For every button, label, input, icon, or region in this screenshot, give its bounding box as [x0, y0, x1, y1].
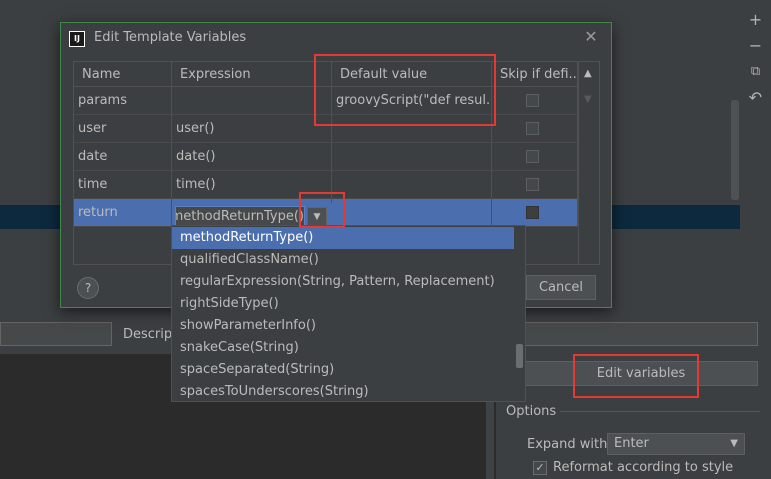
abbreviation-field[interactable] [0, 322, 112, 346]
variable-default-value[interactable] [332, 143, 492, 171]
reformat-checkbox[interactable]: ✓ [533, 461, 547, 475]
variable-expression[interactable] [172, 87, 332, 115]
cancel-button[interactable]: Cancel [526, 275, 596, 300]
scroll-down-icon[interactable]: ▼ [584, 94, 592, 105]
options-divider [560, 411, 760, 412]
intellij-logo-icon: IJ [69, 31, 85, 47]
skip-cell [492, 115, 578, 143]
right-toolbar: + − ⧉ ↶ [740, 0, 771, 300]
skip-checkbox[interactable] [526, 150, 539, 163]
list-item[interactable]: qualifiedClassName() [172, 249, 514, 271]
undo-icon[interactable]: ↶ [740, 88, 771, 108]
variable-name: date [74, 143, 172, 171]
variable-default-value[interactable] [332, 199, 492, 227]
editor-scrollbar[interactable] [486, 400, 494, 479]
chevron-down-icon: ▼ [730, 438, 738, 449]
column-header-default-value[interactable]: Default value [332, 62, 492, 87]
column-header-name[interactable]: Name [74, 62, 172, 87]
variable-name: return [74, 199, 172, 227]
column-header-expression[interactable]: Expression [172, 62, 332, 87]
expand-with-label: Expand with [527, 437, 608, 452]
skip-checkbox[interactable] [526, 122, 539, 135]
table-row[interactable]: date date() [74, 143, 599, 171]
variable-expression[interactable]: user() [172, 115, 332, 143]
skip-cell [492, 143, 578, 171]
description-label: Descript [123, 327, 178, 342]
description-field[interactable] [524, 322, 758, 346]
template-list-scrollbar[interactable] [731, 100, 739, 200]
variable-default-value[interactable] [332, 171, 492, 199]
skip-checkbox[interactable] [526, 94, 539, 107]
variable-name: time [74, 171, 172, 199]
edit-variables-label: Edit variables [596, 366, 686, 381]
variable-name: user [74, 115, 172, 143]
skip-cell [492, 171, 578, 199]
help-button[interactable]: ? [77, 277, 99, 299]
list-item[interactable]: snakeCase(String) [172, 337, 514, 359]
remove-icon[interactable]: − [740, 36, 771, 56]
variable-default-value[interactable] [332, 115, 492, 143]
skip-checkbox[interactable] [526, 178, 539, 191]
list-item[interactable]: rightSideType() [172, 293, 514, 315]
chevron-down-icon: ▼ [313, 212, 321, 222]
variable-expression[interactable]: time() [172, 171, 332, 199]
table-row-selected[interactable]: return [74, 199, 599, 227]
column-header-skip-if-defined[interactable]: Skip if defi... [492, 62, 578, 87]
table-row[interactable]: time time() [74, 171, 599, 199]
variable-name: params [74, 87, 172, 115]
copy-icon[interactable]: ⧉ [740, 62, 771, 82]
table-scrollbar[interactable]: ▲ ▼ [578, 62, 599, 264]
variable-default-value[interactable]: groovyScript("def resul... [332, 87, 492, 115]
expression-dropdown-button[interactable]: ▼ [307, 207, 327, 227]
list-scrollbar-thumb[interactable] [516, 344, 523, 368]
add-icon[interactable]: + [740, 10, 771, 30]
list-item[interactable]: showParameterInfo() [172, 315, 514, 337]
list-item[interactable]: spaceSeparated(String) [172, 359, 514, 381]
scroll-up-icon[interactable]: ▲ [584, 68, 592, 79]
variable-expression[interactable]: date() [172, 143, 332, 171]
skip-cell [492, 87, 578, 115]
expression-suggestions-list: methodReturnType() qualifiedClassName() … [171, 225, 526, 402]
expand-with-select[interactable]: Enter ▼ [607, 433, 745, 455]
reformat-label: Reformat according to style [553, 460, 734, 475]
skip-cell [492, 199, 578, 227]
list-scrollbar-track[interactable] [514, 226, 525, 401]
list-item-selected[interactable]: methodReturnType() [172, 227, 514, 249]
options-label: Options [506, 404, 557, 419]
skip-checkbox[interactable] [526, 206, 539, 219]
table-row[interactable]: params groovyScript("def resul... [74, 87, 599, 115]
dialog-title: Edit Template Variables [94, 30, 247, 45]
edit-variables-button[interactable]: Edit variables [524, 361, 758, 386]
expand-with-value: Enter [614, 436, 649, 451]
table-row[interactable]: user user() [74, 115, 599, 143]
close-icon[interactable]: ✕ [581, 27, 601, 47]
list-item[interactable]: regularExpression(String, Pattern, Repla… [172, 271, 514, 293]
list-item[interactable]: spacesToUnderscores(String) [172, 381, 514, 401]
